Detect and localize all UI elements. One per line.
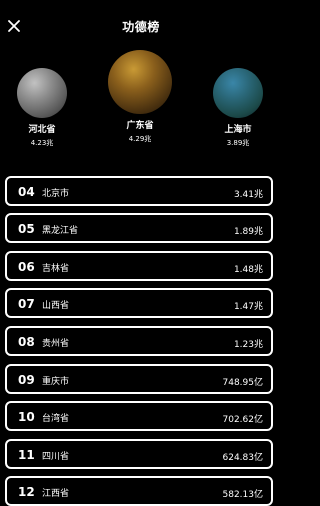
ranking-row[interactable]: 12 江西省 582.13亿 (5, 476, 273, 506)
merit-value: 1.47兆 (233, 302, 263, 312)
rank-number: 12 (18, 485, 35, 499)
region-name: 黑龙江省 (42, 226, 79, 236)
rank-number: 11 (18, 448, 35, 462)
ranking-row[interactable]: 09 重庆市 748.95亿 (5, 364, 273, 394)
podium-name: 上海市 (224, 125, 252, 135)
podium-name: 河北省 (28, 125, 56, 135)
podium-name: 广东省 (126, 121, 154, 131)
region-name: 吉林省 (42, 264, 70, 274)
merit-value: 3.41兆 (233, 190, 263, 200)
merit-value: 624.83亿 (222, 453, 264, 463)
rank-number: 08 (18, 335, 35, 349)
earth-sphere-icon (213, 68, 263, 118)
region-name: 重庆市 (42, 377, 70, 387)
region-name: 江西省 (42, 489, 70, 499)
ranking-row[interactable]: 08 贵州省 1.23兆 (5, 326, 273, 356)
podium-value: 4.23兆 (30, 139, 54, 147)
merit-value: 702.62亿 (222, 415, 264, 425)
region-name: 四川省 (42, 452, 70, 462)
ranking-row[interactable]: 06 吉林省 1.48兆 (5, 251, 273, 281)
ranking-row[interactable]: 07 山西省 1.47兆 (5, 288, 273, 318)
ranking-row[interactable]: 05 黑龙江省 1.89兆 (5, 213, 273, 243)
merit-value: 1.89兆 (233, 227, 263, 237)
rank-number: 05 (18, 222, 35, 236)
podium-first-place[interactable]: 广东省 4.29兆 (103, 50, 177, 144)
rank-number: 09 (18, 373, 35, 387)
region-name: 山西省 (42, 301, 70, 311)
podium-value: 3.89兆 (226, 139, 250, 147)
merit-value: 1.23兆 (233, 340, 263, 350)
rank-number: 04 (18, 185, 35, 199)
ranking-row[interactable]: 04 北京市 3.41兆 (5, 176, 273, 206)
podium-value: 4.29兆 (128, 135, 152, 143)
gold-sphere-icon (108, 50, 172, 114)
header-bar: 功德榜 (0, 0, 282, 52)
podium-second-place[interactable]: 河北省 4.23兆 (8, 68, 76, 148)
ranking-row[interactable]: 11 四川省 624.83亿 (5, 439, 273, 469)
rank-number: 10 (18, 410, 35, 424)
merit-value: 748.95亿 (222, 378, 264, 388)
podium-third-place[interactable]: 上海市 3.89兆 (204, 68, 272, 148)
rank-number: 06 (18, 260, 35, 274)
rank-number: 07 (18, 297, 35, 311)
region-name: 台湾省 (42, 414, 70, 424)
region-name: 北京市 (42, 189, 70, 199)
page-title: 功德榜 (122, 20, 160, 34)
region-name: 贵州省 (42, 339, 70, 349)
merit-value: 1.48兆 (233, 265, 263, 275)
ranking-row[interactable]: 10 台湾省 702.62亿 (5, 401, 273, 431)
merit-value: 582.13亿 (222, 490, 264, 500)
silver-sphere-icon (17, 68, 67, 118)
top-three-podium: 河北省 4.23兆 广东省 4.29兆 上海市 3.89兆 (0, 50, 282, 150)
